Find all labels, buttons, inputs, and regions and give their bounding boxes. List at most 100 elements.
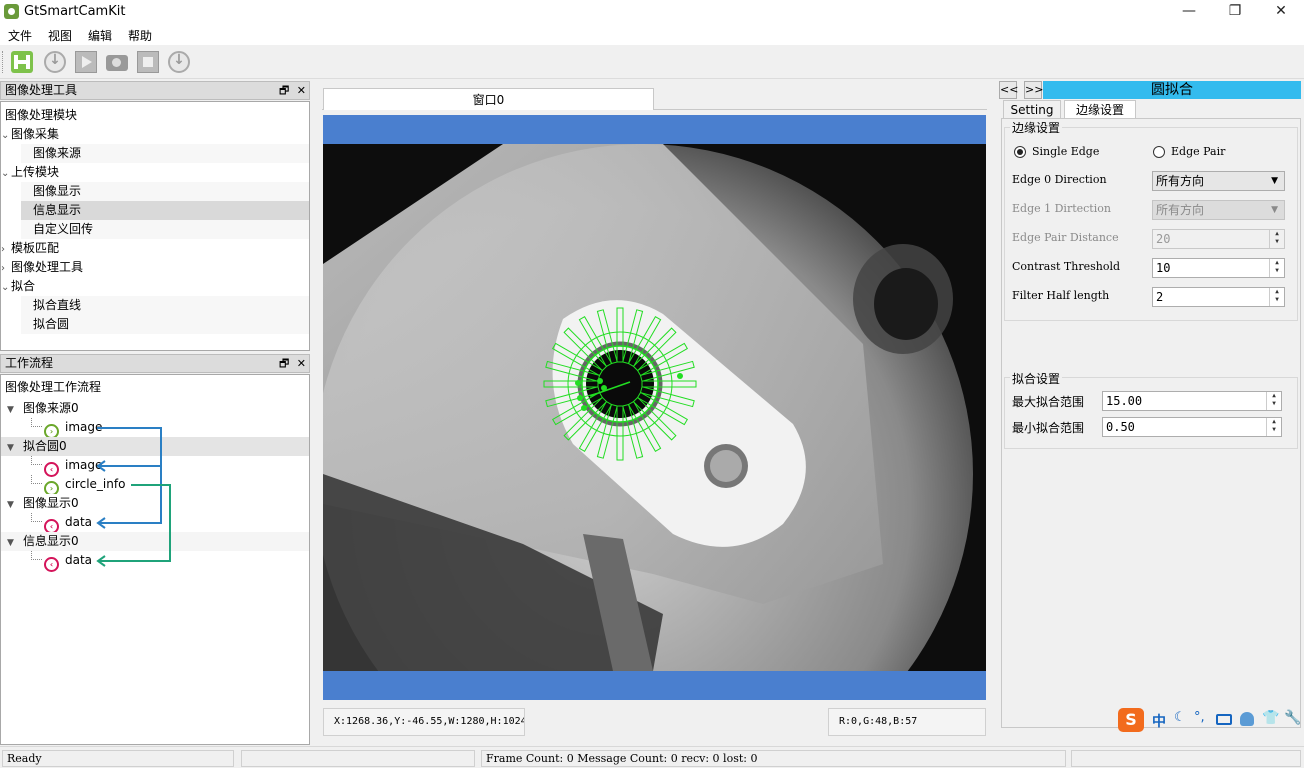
minimize-button[interactable]: — <box>1166 0 1212 24</box>
menu-help[interactable]: 帮助 <box>128 27 152 44</box>
tool-item-label: 信息显示 <box>33 203 82 217</box>
fit-range-spinbox[interactable]: 15.00 ▲ ▼ <box>1102 391 1282 411</box>
spin-arrows-icon[interactable]: ▲ ▼ <box>1269 230 1284 248</box>
status-empty-2 <box>1071 750 1301 767</box>
tab-window0[interactable]: 窗口0 <box>323 88 654 110</box>
edge-pair-radio[interactable] <box>1153 146 1165 158</box>
direction-combo[interactable]: 所有方向 ▼ <box>1152 171 1285 191</box>
workflow-node[interactable]: ▼ 拟合圆0 <box>1 437 309 456</box>
dropdown-arrow-icon[interactable]: ▼ <box>1271 172 1278 190</box>
workflow-port[interactable]: ‹ data <box>31 551 92 572</box>
workflow-node[interactable]: ▼ 信息显示0 <box>1 532 309 551</box>
tool-item[interactable]: › 图像处理工具 <box>1 258 309 277</box>
spin-arrows-icon[interactable]: ▲ ▼ <box>1269 288 1284 306</box>
workflow-port[interactable]: ‹ data <box>31 513 92 534</box>
spin-arrows-icon[interactable]: ▲ ▼ <box>1269 259 1284 277</box>
camera-image[interactable] <box>323 144 986 671</box>
tool-item[interactable]: ⌄ 拟合 <box>1 277 309 296</box>
workflow-tree: 图像处理工作流程 ▼ 图像来源0 › image ▼ 拟合圆0 ‹ image › circle_… <box>0 374 310 745</box>
sogou-logo-icon[interactable]: S <box>1118 708 1144 732</box>
close-panel-icon[interactable]: ✕ <box>297 357 306 370</box>
edge-point <box>597 378 603 384</box>
keyboard-icon[interactable] <box>1216 714 1232 725</box>
tab-setting[interactable]: Setting <box>1003 100 1061 118</box>
menu-file[interactable]: 文件 <box>8 27 32 44</box>
port-label: image <box>65 458 103 472</box>
workflow-node[interactable]: ▼ 图像来源0 <box>1 399 309 418</box>
chevron-down-icon[interactable]: ▼ <box>7 401 17 420</box>
camera-icon[interactable] <box>106 55 128 71</box>
title-bar: GtSmartCamKit — ❐ ✕ <box>0 0 1304 24</box>
connect-icon[interactable] <box>11 51 33 73</box>
fit-setting-label: 最小拟合范围 <box>1012 421 1085 435</box>
float-panel-icon[interactable]: 🗗 <box>279 84 289 97</box>
upload-icon[interactable] <box>168 51 190 73</box>
spin-arrows-icon[interactable]: ▲ ▼ <box>1266 418 1281 436</box>
tool-item-label: 拟合直线 <box>33 298 82 312</box>
wrench-icon[interactable]: 🔧 <box>1284 710 1301 726</box>
language-toggle[interactable]: 中 <box>1152 711 1166 731</box>
workflow-port[interactable]: › image <box>31 418 103 439</box>
chevron-right-icon[interactable]: › <box>1 240 11 259</box>
tool-item[interactable]: › 模板匹配 <box>1 239 309 258</box>
chevron-right-icon[interactable]: › <box>1 259 11 278</box>
tool-item[interactable]: ⌄ 图像采集 <box>1 125 309 144</box>
prev-button[interactable]: << <box>999 81 1018 99</box>
user-icon[interactable] <box>1240 712 1254 726</box>
fit-range-spinbox[interactable]: 0.50 ▲ ▼ <box>1102 417 1282 437</box>
moon-icon[interactable]: ☾ <box>1174 710 1186 725</box>
tool-item-label: 图像处理模块 <box>5 108 78 122</box>
next-button[interactable]: >> <box>1024 81 1043 99</box>
float-panel-icon[interactable]: 🗗 <box>279 357 289 370</box>
tool-item[interactable]: 图像显示 <box>21 182 309 201</box>
close-button[interactable]: ✕ <box>1258 0 1304 24</box>
direction-combo[interactable]: 所有方向 ▼ <box>1152 200 1285 220</box>
play-icon[interactable] <box>75 51 97 73</box>
single-edge-label: Single Edge <box>1032 145 1100 158</box>
download-icon[interactable] <box>44 51 66 73</box>
image-viewport[interactable] <box>323 115 986 700</box>
chevron-down-icon[interactable]: ▼ <box>7 496 17 515</box>
punctuation-icon[interactable]: °, <box>1194 710 1205 725</box>
camera-image-canvas <box>323 144 986 671</box>
link-circleinfo-to-info-arrow <box>96 555 106 567</box>
chevron-down-icon[interactable]: ⌄ <box>1 126 11 145</box>
tool-item[interactable]: 图像处理模块 <box>1 106 309 125</box>
dropdown-arrow-icon[interactable]: ▼ <box>1271 201 1278 219</box>
value-spinbox[interactable]: 10 ▲ ▼ <box>1152 258 1285 278</box>
chevron-down-icon[interactable]: ⌄ <box>1 164 11 183</box>
tab-edge-settings[interactable]: 边缘设置 <box>1064 100 1136 118</box>
chevron-down-icon[interactable]: ▼ <box>7 439 17 458</box>
workflow-port[interactable]: ‹ image <box>31 456 103 477</box>
stop-icon[interactable] <box>137 51 159 73</box>
field-value: 0.50 <box>1106 420 1135 434</box>
close-panel-icon[interactable]: ✕ <box>297 84 306 97</box>
maximize-button[interactable]: ❐ <box>1212 0 1258 24</box>
tool-item[interactable]: 自定义回传 <box>21 220 309 239</box>
workflow-node[interactable]: ▼ 图像显示0 <box>1 494 309 513</box>
menu-view[interactable]: 视图 <box>48 27 72 44</box>
spin-arrows-icon[interactable]: ▲ ▼ <box>1266 392 1281 410</box>
tool-title: 圆拟合 <box>1043 81 1301 99</box>
menu-edit[interactable]: 编辑 <box>88 27 112 44</box>
chevron-down-icon[interactable]: ▼ <box>7 534 17 553</box>
single-edge-radio[interactable] <box>1014 146 1026 158</box>
workflow-node-label: 图像来源0 <box>23 401 79 415</box>
tool-item[interactable]: 图像来源 <box>21 144 309 163</box>
workflow-panel-title: 工作流程 <box>5 356 54 370</box>
tool-item-label: 上传模块 <box>11 165 60 179</box>
tool-item-label: 图像处理工具 <box>11 260 84 274</box>
value-spinbox[interactable]: 20 ▲ ▼ <box>1152 229 1285 249</box>
edge-setting-label: Edge Pair Distance <box>1012 231 1119 244</box>
workflow-port[interactable]: › circle_info <box>31 475 125 496</box>
tool-item[interactable]: ⌄ 上传模块 <box>1 163 309 182</box>
port-label: image <box>65 420 103 434</box>
tool-item[interactable]: 信息显示 <box>21 201 309 220</box>
tool-item[interactable]: 拟合圆 <box>21 315 309 334</box>
shirt-icon[interactable]: 👕 <box>1262 710 1279 726</box>
chevron-down-icon[interactable]: ⌄ <box>1 278 11 297</box>
value-spinbox[interactable]: 2 ▲ ▼ <box>1152 287 1285 307</box>
tool-item[interactable]: 拟合直线 <box>21 296 309 315</box>
workflow-panel-header: 工作流程 🗗 ✕ <box>0 354 310 373</box>
edge-point <box>577 395 583 401</box>
